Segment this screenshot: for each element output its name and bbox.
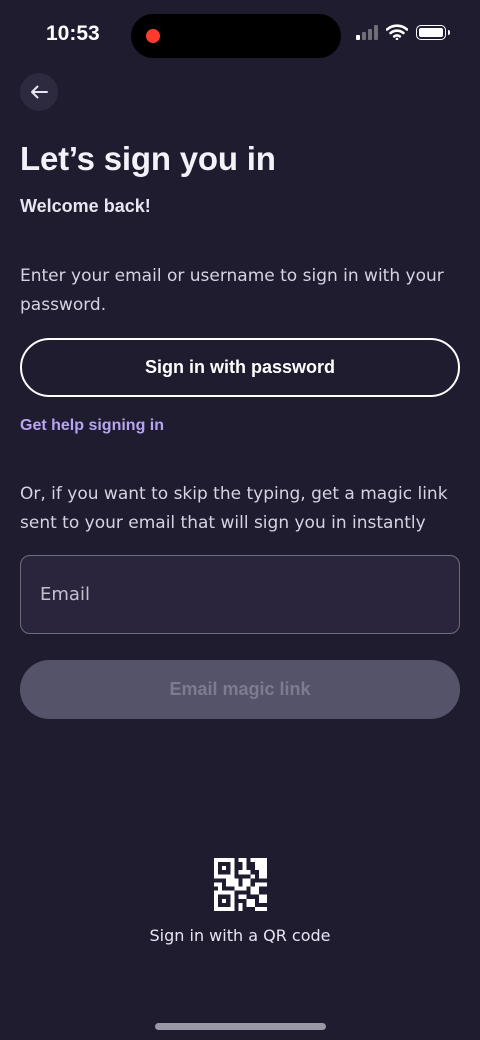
status-icons — [356, 24, 450, 40]
cellular-signal-icon — [356, 24, 378, 40]
status-bar: 10:53 — [0, 0, 480, 72]
get-help-link[interactable]: Get help signing in — [20, 417, 164, 435]
welcome-subtitle: Welcome back! — [20, 196, 151, 216]
recording-indicator-icon — [146, 29, 160, 43]
email-input[interactable] — [20, 555, 460, 634]
battery-icon — [416, 24, 450, 40]
arrow-left-icon — [31, 85, 48, 99]
sign-in-with-password-button[interactable]: Sign in with password — [20, 338, 460, 397]
page-title: Let’s sign you in — [20, 140, 276, 177]
back-button[interactable] — [20, 73, 58, 111]
email-magic-link-button[interactable]: Email magic link — [20, 660, 460, 719]
home-indicator[interactable] — [155, 1023, 326, 1030]
dynamic-island — [131, 14, 341, 58]
qr-sign-in-button[interactable]: Sign in with a QR code — [0, 858, 480, 945]
status-time: 10:53 — [46, 22, 100, 45]
sign-in-screen: 10:53 Let’s sign you in Welcome back! En… — [0, 0, 480, 1040]
password-instruction: Enter your email or username to sign in … — [20, 266, 444, 315]
qr-sign-in-label: Sign in with a QR code — [149, 926, 331, 945]
qr-code-icon — [213, 858, 267, 911]
magic-link-instruction: Or, if you want to skip the typing, get … — [20, 484, 448, 533]
wifi-icon — [386, 24, 408, 40]
